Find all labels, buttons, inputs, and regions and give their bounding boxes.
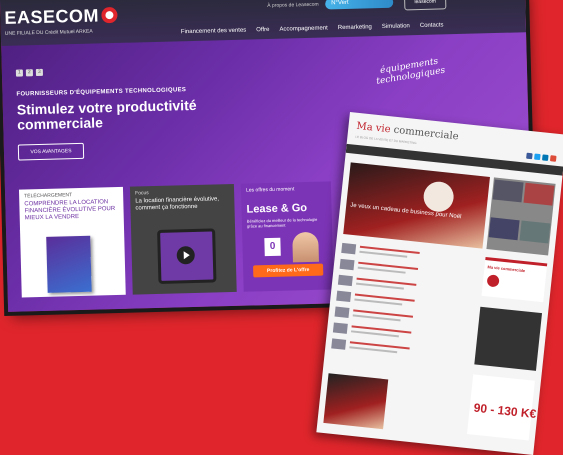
post-thumb bbox=[339, 258, 355, 271]
post-thumb bbox=[341, 242, 357, 255]
logo-subtitle: UNE FILIALE DU Crédit Mutuel ARKEA bbox=[4, 28, 93, 37]
brochure-image bbox=[46, 235, 92, 293]
thumbnail[interactable] bbox=[519, 220, 551, 244]
logo-text: EASECOM bbox=[4, 5, 100, 28]
card-tag: Focus bbox=[135, 190, 149, 197]
hero-handwritten-text: équipements technologiques bbox=[375, 56, 446, 87]
video-thumbnail[interactable] bbox=[157, 228, 217, 284]
pager-dot[interactable]: 1 bbox=[15, 69, 24, 77]
card-title: La location financière évolutive, commen… bbox=[135, 196, 220, 212]
card-tag: Les offres du moment bbox=[245, 186, 295, 194]
download-card[interactable]: TÉLÉCHARGEMENT COMPRENDRE LA LOCATION FI… bbox=[18, 186, 126, 298]
play-icon[interactable] bbox=[176, 245, 195, 265]
logo-mark-icon bbox=[100, 6, 118, 24]
pager-dot[interactable]: 3 bbox=[35, 68, 44, 77]
focus-card[interactable]: Focus La location financière évolutive, … bbox=[129, 183, 237, 295]
thumbnail[interactable] bbox=[523, 182, 555, 206]
post-thumb bbox=[337, 274, 353, 287]
post-thumb bbox=[334, 306, 350, 318]
pager-dot[interactable]: 2 bbox=[25, 69, 34, 77]
offer-card[interactable]: Les offres du moment Lease & Go Bénéfici… bbox=[240, 181, 334, 292]
nav-item-offre[interactable]: Offre bbox=[256, 27, 269, 33]
card-tag: TÉLÉCHARGEMENT bbox=[24, 192, 73, 200]
post-thumb bbox=[331, 338, 347, 350]
widget-title: Ma vie commerciale bbox=[487, 264, 526, 274]
slider-pager: 1 2 3 bbox=[15, 68, 44, 77]
widget-logo-icon bbox=[486, 274, 500, 288]
offer-button[interactable]: Profitez de L'offre bbox=[253, 263, 324, 278]
facebook-icon[interactable] bbox=[526, 152, 533, 160]
nav-item-remarketing[interactable]: Remarketing bbox=[338, 24, 372, 31]
social-icons bbox=[526, 152, 557, 162]
person-image bbox=[292, 231, 319, 263]
price-value: 90 - 130 K€ bbox=[473, 400, 537, 422]
dark-widget[interactable] bbox=[474, 306, 543, 371]
nav-item-contacts[interactable]: Contacts bbox=[420, 22, 444, 29]
card-title: COMPRENDRE LA LOCATION FINANCIÈRE ÉVOLUT… bbox=[24, 199, 116, 222]
newsletter-widget[interactable]: Ma vie commerciale bbox=[481, 256, 548, 303]
post-thumb bbox=[332, 322, 348, 334]
client-space-button[interactable]: leasecom bbox=[404, 0, 447, 11]
twitter-icon[interactable] bbox=[534, 153, 541, 161]
nav-item-simulation[interactable]: Simulation bbox=[382, 23, 410, 30]
blog-title-main: Ma vie bbox=[355, 120, 392, 136]
side-thumbnails bbox=[486, 177, 556, 256]
google-icon[interactable] bbox=[549, 155, 557, 162]
site-logo[interactable]: EASECOM bbox=[4, 5, 118, 29]
header-bar: EASECOM UNE FILIALE DU Crédit Mutuel ARK… bbox=[0, 0, 527, 46]
hero-kicker: FOURNISSEURS D'ÉQUIPEMENTS TECHNOLOGIQUE… bbox=[16, 87, 187, 98]
nav-item-financement[interactable]: Financement des ventes bbox=[181, 28, 247, 36]
featured-post[interactable]: Je veux un cadeau de business pour Noël bbox=[343, 162, 490, 249]
zero-badge: 0 bbox=[264, 237, 281, 257]
linkedin-icon[interactable] bbox=[541, 154, 549, 161]
thumbnail[interactable] bbox=[492, 179, 524, 203]
about-link[interactable]: À propos de Leasecom bbox=[267, 2, 319, 9]
offer-title: Lease & Go bbox=[246, 202, 308, 216]
brochure-text bbox=[51, 250, 87, 251]
hero-title: Stimulez votre productivité commerciale bbox=[16, 96, 197, 133]
nav-item-accompagnement[interactable]: Accompagnement bbox=[279, 25, 328, 32]
thumbnail[interactable] bbox=[488, 217, 520, 241]
advantages-button[interactable]: VOS AVANTAGES bbox=[17, 142, 85, 161]
bottom-post-image[interactable] bbox=[323, 373, 389, 430]
featured-post-title[interactable]: Je veux un cadeau de business pour Noël bbox=[350, 203, 482, 224]
santa-image bbox=[422, 180, 456, 214]
offer-subtitle: Bénéficiez du meilleur de la technologie… bbox=[246, 216, 318, 229]
main-nav: Financement des ventes Offre Accompagnem… bbox=[181, 22, 444, 35]
price-widget[interactable]: 90 - 130 K€ bbox=[466, 374, 537, 441]
phone-badge[interactable]: N°Vert bbox=[325, 0, 394, 10]
post-thumb bbox=[336, 290, 352, 303]
blog-screen: Ma vie commerciale LE BLOG DE LA VENTE E… bbox=[316, 112, 563, 455]
